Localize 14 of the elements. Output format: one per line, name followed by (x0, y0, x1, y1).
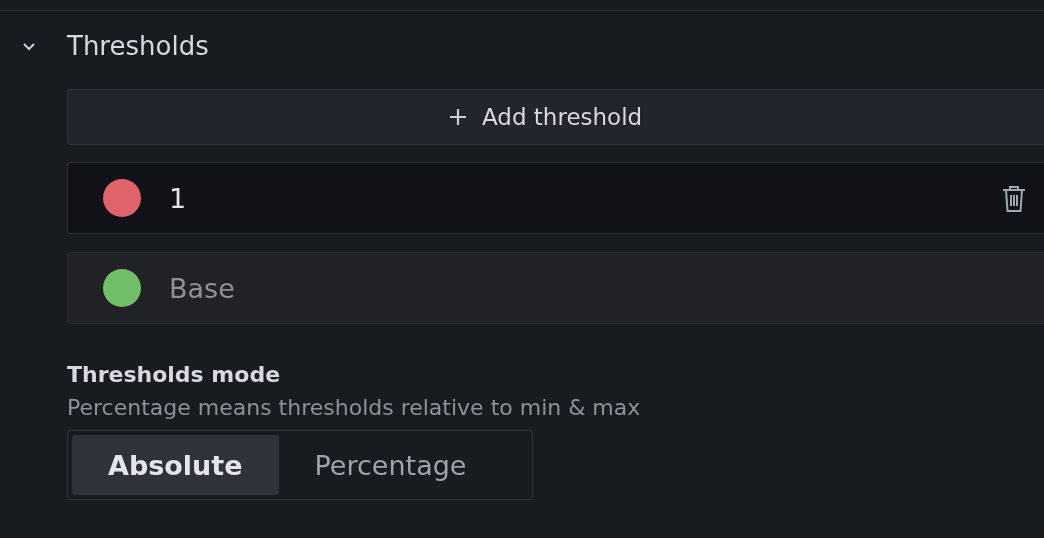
mode-option[interactable]: Absolute (72, 435, 279, 495)
color-dot[interactable] (103, 269, 141, 307)
threshold-value: Base (169, 272, 235, 304)
mode-option[interactable]: Percentage (282, 435, 499, 495)
add-threshold-button[interactable]: Add threshold (67, 89, 1044, 145)
threshold-value: 1 (169, 182, 187, 214)
threshold-field[interactable]: 1 (67, 162, 1044, 234)
threshold-field[interactable]: Base (67, 252, 1044, 324)
field-label: Thresholds mode (67, 362, 282, 387)
color-dot[interactable] (103, 179, 141, 217)
field-description: Percentage means thresholds relative to min & max (67, 395, 642, 420)
trash-icon[interactable] (1001, 184, 1027, 214)
plus-icon (448, 107, 468, 127)
section-title[interactable]: Thresholds (67, 31, 209, 61)
